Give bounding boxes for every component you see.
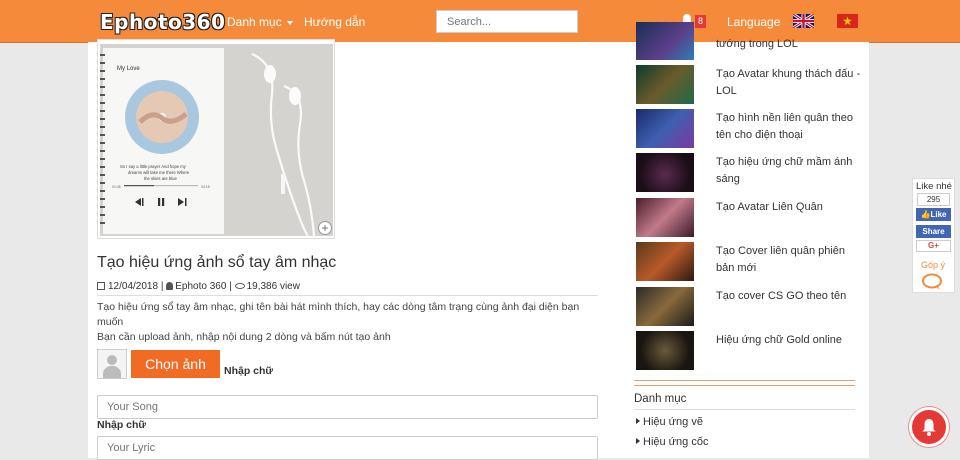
aov-wallpaper-thumbnail-icon bbox=[636, 109, 694, 148]
user-icon bbox=[166, 282, 174, 290]
thumb-song-name: My Love bbox=[117, 66, 140, 72]
nav-guide-link[interactable]: Hướng dẫn bbox=[304, 15, 365, 29]
like-box-title: Like nhé bbox=[916, 181, 952, 192]
caret-down-icon bbox=[286, 20, 293, 25]
choose-image-button[interactable]: Chọn ảnh bbox=[131, 350, 220, 378]
description-line-1: Tạo hiệu ứng sổ tay âm nhạc, ghi tên bài… bbox=[97, 301, 580, 328]
sidebar-item-label: Tạo cover CS GO theo tên bbox=[716, 290, 847, 302]
sidebar-item-label: tướng trong LOL bbox=[716, 38, 798, 50]
lol-thumbnail-icon bbox=[636, 22, 694, 60]
light-text-thumbnail-icon bbox=[636, 153, 694, 192]
post-date: 12/04/2018 bbox=[108, 281, 159, 292]
facebook-like-button[interactable]: 👍Like bbox=[916, 208, 951, 221]
sidebar-item-label: Hiệu ứng chữ Gold online bbox=[716, 334, 843, 346]
google-plus-button[interactable]: G+ bbox=[916, 240, 951, 252]
search-input[interactable] bbox=[436, 10, 578, 33]
song-input[interactable] bbox=[97, 395, 598, 419]
title-divider bbox=[97, 295, 598, 296]
avatar-head bbox=[107, 355, 117, 365]
avatar-body bbox=[103, 366, 121, 378]
caret-right-icon bbox=[636, 438, 640, 444]
lol-frame-thumbnail-icon bbox=[636, 65, 694, 104]
sidebar-item-lol-frame[interactable]: Tạo Avatar khung thách đấu - LOL bbox=[636, 65, 861, 105]
like-label: Like bbox=[930, 210, 947, 219]
caret-right-icon bbox=[636, 418, 640, 424]
svg-text:01:35: 01:35 bbox=[112, 185, 121, 189]
sidebar-item-label: Tạo hình nền liên quân theo tên cho điện… bbox=[716, 112, 854, 141]
zoom-plus-icon[interactable]: + bbox=[318, 221, 332, 235]
sidebar-item-label: Tạo hiệu ứng chữ mầm ánh sáng bbox=[716, 156, 853, 185]
sidebar-item-light-text[interactable]: Tạo hiệu ứng chữ mầm ánh sáng bbox=[636, 153, 861, 193]
nav-category-label: Danh mục bbox=[227, 15, 282, 29]
chat-bubble-icon[interactable] bbox=[921, 273, 943, 291]
calendar-icon bbox=[97, 282, 105, 290]
sidebar-item-aov-cover[interactable]: Tạo Cover liên quân phiên bản mới bbox=[636, 242, 861, 282]
sidebar-item-csgo-cover[interactable]: Tạo cover CS GO theo tên bbox=[636, 287, 861, 327]
aov-cover-thumbnail-icon bbox=[636, 242, 694, 281]
nav-category-menu[interactable]: Danh mục bbox=[227, 15, 293, 29]
sidebar-item-gold-text[interactable]: Hiệu ứng chữ Gold online bbox=[636, 331, 861, 371]
effect-preview-image[interactable]: My Love So I say a little prayer And hop… bbox=[100, 44, 333, 236]
facebook-share-button[interactable]: Share bbox=[916, 225, 951, 238]
aov-avatar-thumbnail-icon bbox=[636, 198, 694, 237]
gold-text-thumbnail-icon bbox=[636, 331, 694, 370]
sidebar-item-lol[interactable]: tướng trong LOL bbox=[636, 22, 861, 60]
like-count: 295 bbox=[917, 193, 950, 206]
site-logo[interactable]: Ephoto360 bbox=[100, 10, 226, 34]
category-item-cup[interactable]: Hiệu ứng cốc bbox=[636, 436, 708, 448]
category-item-label: Hiệu ứng vẽ bbox=[643, 416, 703, 428]
svg-text:03:15: 03:15 bbox=[201, 185, 210, 189]
upload-avatar-placeholder[interactable] bbox=[97, 349, 127, 379]
sidebar-item-label: Tạo Avatar khung thách đấu - LOL bbox=[716, 68, 861, 97]
sidebar-divider bbox=[634, 385, 855, 386]
floating-notification-button[interactable] bbox=[909, 407, 949, 447]
lyric-input[interactable] bbox=[97, 436, 598, 460]
post-views: 19,386 view bbox=[246, 281, 300, 292]
page-title: Tạo hiệu ứng ảnh sổ tay âm nhạc bbox=[97, 254, 337, 271]
sidebar-item-label: Tạo Cover liên quân phiên bản mới bbox=[716, 245, 846, 274]
svg-text:dreams will take me there Wher: dreams will take me there Where bbox=[128, 170, 190, 175]
input-label-1: Nhập chữ bbox=[224, 365, 274, 377]
post-meta: 12/04/2018 | Ephoto 360 | 19,386 view bbox=[97, 281, 300, 292]
category-heading: Danh mục bbox=[634, 393, 687, 405]
notebook-illustration: My Love So I say a little prayer And hop… bbox=[100, 44, 333, 236]
description-line-2: Bạn cần upload ảnh, nhập nội dung 2 dòng… bbox=[97, 331, 391, 343]
sidebar-item-label: Tạo Avatar Liên Quân bbox=[716, 201, 823, 213]
category-item-drawing[interactable]: Hiệu ứng vẽ bbox=[636, 416, 703, 428]
category-heading-underline bbox=[634, 409, 855, 410]
feedback-label[interactable]: Góp ý bbox=[921, 260, 945, 270]
post-author[interactable]: Ephoto 360 bbox=[175, 281, 226, 292]
eye-icon bbox=[234, 283, 245, 289]
effect-description: Tạo hiệu ứng sổ tay âm nhạc, ghi tên bài… bbox=[97, 300, 607, 345]
thumbs-up-icon: 👍 bbox=[920, 210, 931, 219]
svg-text:the skies are blue: the skies are blue bbox=[144, 176, 177, 181]
sidebar-item-aov-avatar[interactable]: Tạo Avatar Liên Quân bbox=[636, 198, 861, 238]
sidebar-item-aov-wallpaper[interactable]: Tạo hình nền liên quân theo tên cho điện… bbox=[636, 109, 861, 149]
bell-icon bbox=[922, 419, 936, 436]
input-label-2: Nhập chữ bbox=[97, 419, 147, 431]
sidebar-divider bbox=[634, 380, 855, 381]
category-item-label: Hiệu ứng cốc bbox=[643, 436, 709, 448]
svg-text:So I say a little prayer And h: So I say a little prayer And hope my bbox=[120, 164, 187, 169]
csgo-cover-thumbnail-icon bbox=[636, 287, 694, 326]
